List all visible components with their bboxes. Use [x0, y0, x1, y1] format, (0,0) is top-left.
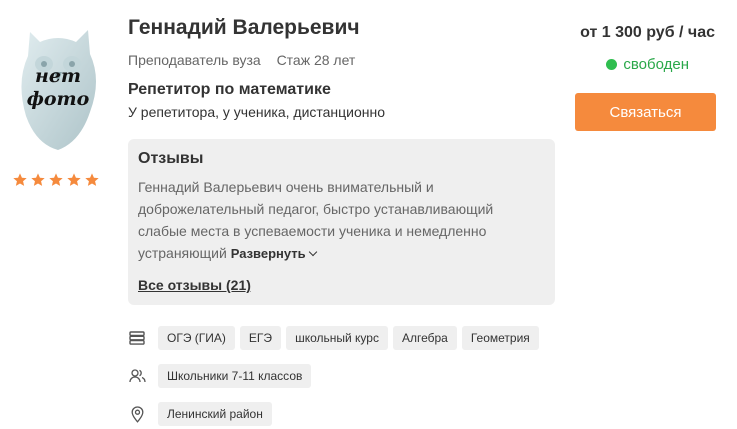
subject-tags: ОГЭ (ГИА) ЕГЭ школьный курс Алгебра Геом… — [158, 326, 539, 350]
location-pin-icon — [128, 405, 146, 423]
expand-link[interactable]: Развернуть — [231, 246, 317, 261]
star-icon — [13, 173, 27, 186]
star-icon — [49, 173, 63, 186]
lesson-formats: У репетитора, у ученика, дистанционно — [128, 104, 386, 120]
no-photo-label-1: нет — [34, 65, 82, 87]
tutor-subject: Репетитор по математике — [128, 81, 331, 98]
books-icon — [128, 329, 146, 347]
status-label: свободен — [623, 56, 689, 73]
district-tag[interactable]: Ленинский район — [158, 402, 272, 426]
subject-tag[interactable]: ОГЭ (ГИА) — [158, 326, 235, 350]
reviews-title: Отзывы — [138, 150, 204, 167]
expand-label[interactable]: Развернуть — [231, 246, 306, 261]
student-tags: Школьники 7-11 классов — [158, 364, 312, 388]
tutor-name[interactable]: Геннадий Валерьевич — [128, 16, 360, 40]
rating-stars — [12, 172, 100, 188]
contact-button[interactable]: Связаться — [575, 93, 716, 131]
students-row: Школьники 7-11 классов — [128, 364, 312, 388]
student-tag[interactable]: Школьники 7-11 классов — [158, 364, 312, 388]
price: от 1 300 руб / час — [580, 24, 715, 41]
tutor-photo: нет фото — [10, 20, 106, 156]
tutor-position: Преподаватель вуза — [128, 52, 261, 68]
district-row: Ленинский район — [128, 402, 272, 426]
users-icon — [128, 367, 146, 385]
status-dot-icon — [606, 59, 618, 70]
district-tags: Ленинский район — [158, 402, 272, 426]
reviews-panel: Отзывы Геннадий Валерьевич очень внимате… — [128, 139, 555, 305]
subject-tag[interactable]: Геометрия — [461, 326, 539, 350]
star-icon — [31, 173, 45, 186]
chevron-down-icon[interactable] — [308, 247, 317, 257]
subject-tag[interactable]: ЕГЭ — [239, 326, 282, 350]
no-photo-label-2: фото — [26, 88, 90, 110]
tutor-experience: Стаж 28 лет — [276, 52, 356, 68]
star-icon — [85, 173, 99, 186]
subject-tag[interactable]: Алгебра — [392, 326, 457, 350]
subjects-row: ОГЭ (ГИА) ЕГЭ школьный курс Алгебра Геом… — [128, 326, 539, 350]
review-text: Геннадий Валерьевич очень внимательный и… — [138, 176, 528, 265]
subject-tag[interactable]: школьный курс — [286, 326, 388, 350]
star-icon — [67, 173, 81, 186]
all-reviews-link[interactable]: Все отзывы (21) — [138, 277, 251, 293]
tutor-meta: Преподаватель вуза Стаж 28 лет — [128, 52, 355, 68]
availability-status: свободен — [606, 56, 689, 73]
